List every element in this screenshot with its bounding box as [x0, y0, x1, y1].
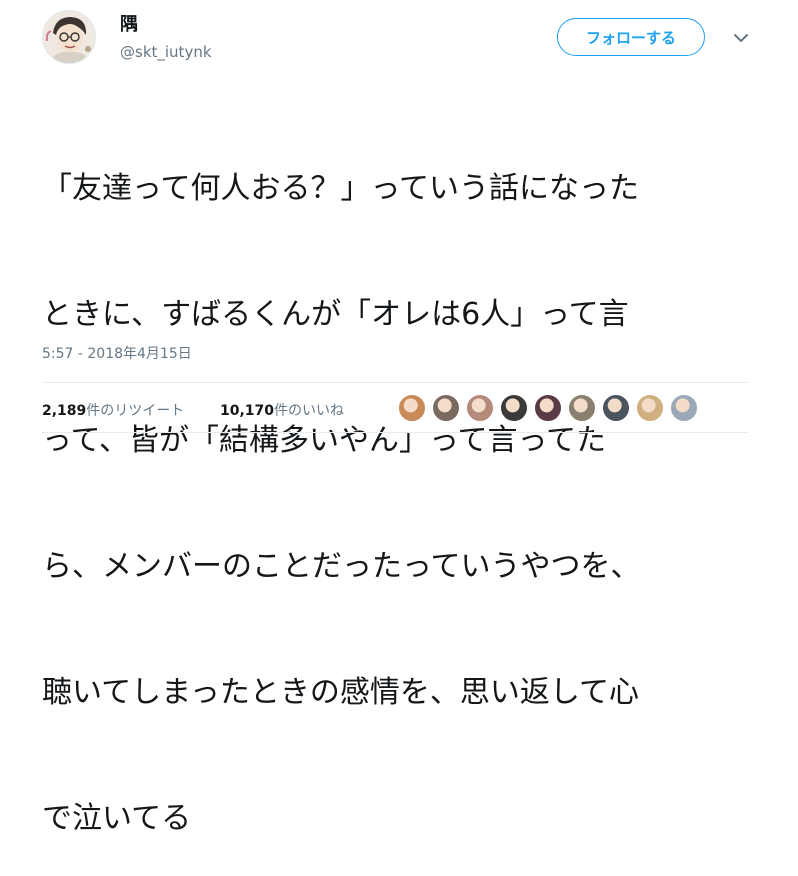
tweet-text: 「友達って何人おる？」っていう話になった ときに、すばるくんが「オレは6人」って…	[42, 84, 762, 876]
tweet-line: ら、メンバーのことだったっていうやつを、	[42, 549, 641, 584]
avatar[interactable]	[42, 10, 96, 64]
like-count-number: 10,170	[220, 403, 275, 419]
chevron-down-icon[interactable]	[732, 30, 750, 44]
avatar-illustration	[43, 11, 95, 63]
liker-avatar-1[interactable]	[398, 394, 426, 422]
like-count-label: 件のいいね	[274, 403, 345, 419]
retweet-count[interactable]: 2,189件のリツイート	[42, 400, 184, 420]
liker-avatar-8[interactable]	[636, 394, 664, 422]
tweet-line: で泣いてる	[42, 801, 192, 836]
liker-avatar-9[interactable]	[670, 394, 698, 422]
tweet-timestamp[interactable]: 5:57 - 2018年4月15日	[42, 343, 192, 363]
tweet-stats: 2,189件のリツイート 10,170件のいいね	[42, 388, 762, 428]
like-count[interactable]: 10,170件のいいね	[220, 400, 344, 420]
liker-avatar-5[interactable]	[534, 394, 562, 422]
divider	[42, 382, 748, 383]
divider	[42, 432, 748, 433]
liker-avatar-7[interactable]	[602, 394, 630, 422]
retweet-count-label: 件のリツイート	[86, 403, 185, 419]
retweet-count-number: 2,189	[42, 403, 87, 419]
display-name[interactable]: 隅	[120, 14, 212, 36]
tweet-header: 隅 @skt_iutynk フォローする	[42, 10, 762, 66]
liker-avatar-6[interactable]	[568, 394, 596, 422]
tweet-line: ときに、すばるくんが「オレは6人」って言	[42, 297, 629, 332]
tweet-line: 「友達って何人おる？」っていう話になった	[42, 171, 639, 206]
liker-avatar-4[interactable]	[500, 394, 528, 422]
tweet-line: 聴いてしまったときの感情を、思い返して心	[42, 675, 639, 710]
user-handle[interactable]: @skt_iutynk	[120, 42, 212, 62]
liker-avatar-2[interactable]	[432, 394, 460, 422]
liker-avatar-3[interactable]	[466, 394, 494, 422]
follow-button[interactable]: フォローする	[557, 18, 705, 56]
